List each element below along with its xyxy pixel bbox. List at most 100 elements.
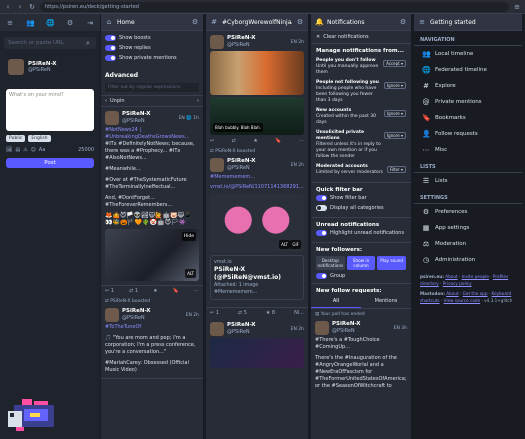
avatar[interactable] [8, 59, 24, 75]
nav-bookmarks[interactable]: 🔖 Bookmarks [414, 110, 522, 126]
post-button[interactable]: Post [6, 158, 94, 168]
invite-link[interactable]: Invite people [462, 274, 489, 279]
avatar[interactable] [315, 321, 329, 335]
menu-icon[interactable]: ≡ [6, 19, 14, 27]
status[interactable]: PSiReN-X @PSiReN EN 2h Blah bubbly. Blah… [206, 31, 308, 136]
back-icon[interactable]: ‹ [4, 3, 12, 11]
notifications-header[interactable]: 🔔 Notifications ⚙ [311, 14, 411, 31]
home-header[interactable]: ⌂ Home ⚙ [101, 14, 203, 31]
toggle[interactable] [316, 195, 327, 201]
timestamp[interactable]: 2h [298, 327, 304, 332]
url-bar[interactable]: https://psiren.eu/deck/getting-started [40, 1, 509, 12]
format-icon[interactable]: Aa [39, 147, 45, 153]
logout-icon[interactable]: ⇥ [86, 19, 94, 27]
toggle[interactable] [316, 230, 327, 236]
timestamp[interactable]: 2h [193, 313, 199, 318]
media-attachment[interactable]: Hide ALT [105, 229, 199, 281]
boost-button[interactable]: ⇄ 5 [238, 310, 247, 316]
setting-display-all-categories[interactable]: Display all categories [316, 203, 406, 213]
toggle[interactable] [105, 55, 116, 61]
display-name[interactable]: PSiReN-X [332, 321, 361, 328]
current-user[interactable]: PSiReN-X @PSiReN [0, 55, 100, 79]
nav-preferences[interactable]: ⚙ Preferences [414, 204, 522, 220]
status-link[interactable]: vmst.io/@PSiReN/11071141368291... [210, 184, 304, 191]
language-select[interactable]: English [28, 135, 51, 142]
globe-icon[interactable]: 🌐 [46, 19, 55, 27]
policy-select[interactable]: Ignore ▾ [384, 82, 406, 89]
nav-administration[interactable]: ◷ Administration [414, 252, 522, 268]
boost-icon[interactable]: ⇄ [232, 138, 236, 144]
status[interactable]: PSiReN-X @PSiReN EN 2h #Memememem... vms… [206, 154, 308, 308]
favourite-icon[interactable]: ★ [153, 288, 157, 294]
nav-lists[interactable]: ☰ Lists [414, 173, 522, 189]
hashtag-header[interactable]: # #CyborgWerewolfNinjaArmy ⚙ [206, 14, 308, 31]
policy-select[interactable]: Filter ▾ [386, 166, 406, 173]
nav-follow-requests[interactable]: 👤 Follow requests [414, 126, 522, 142]
privacy-link[interactable]: Privacy policy [443, 281, 472, 286]
nav-local-timeline[interactable]: 👥 Local timeline [414, 46, 522, 62]
status[interactable]: PSiReN-X @PSiReN EN 2h [206, 318, 308, 372]
avatar[interactable] [210, 158, 224, 172]
media-attachment[interactable]: ALT GIF [210, 194, 304, 252]
policy-select[interactable]: Accept ▾ [383, 60, 406, 67]
nav-explore[interactable]: # Explore [414, 78, 522, 94]
visibility-select[interactable]: Public [6, 135, 26, 142]
avatar[interactable] [210, 35, 224, 49]
setting-show-boosts[interactable]: Show boosts [101, 33, 203, 43]
media-attachment[interactable]: Blah bubbly. Blah Blah. [210, 97, 304, 135]
setting-show-private-mentions[interactable]: Show private mentions [101, 53, 203, 63]
reply-icon[interactable]: ↩ [210, 138, 214, 144]
warning-icon[interactable]: ⚠ [23, 147, 27, 153]
timestamp[interactable]: 2h [298, 163, 304, 168]
setting-highlight-unread[interactable]: Highlight unread notifications [316, 228, 406, 238]
more-label[interactable]: Ni... [294, 310, 304, 316]
clear-notifications-button[interactable]: ✕ Clear notifications [311, 31, 411, 44]
status[interactable]: PSiReN-X @PSiReN EN 2h #ToTheTuneOf 🎵 "Y… [101, 304, 203, 379]
get-app-link[interactable]: Get the app [463, 291, 488, 296]
nav-private-mentions[interactable]: @ Private mentions [414, 94, 522, 110]
timestamp[interactable]: 2h [298, 40, 304, 45]
menu-icon[interactable]: ≡ [513, 3, 521, 11]
policy-select[interactable]: Ignore ▾ [384, 132, 406, 139]
play-sound-toggle[interactable]: Play sound [377, 256, 407, 270]
toggle[interactable] [105, 35, 116, 41]
forward-icon[interactable]: › [16, 3, 24, 11]
display-name[interactable]: PSiReN-X [227, 158, 256, 165]
display-name[interactable]: PSiReN-X [122, 308, 151, 315]
toggle[interactable] [316, 273, 327, 279]
nav-misc[interactable]: ⋯ Misc [414, 142, 522, 158]
boosted-by[interactable]: PSiReN-X boosted [110, 299, 150, 304]
gear-icon[interactable]: ⚙ [66, 19, 74, 27]
poll-icon[interactable]: ▤ [15, 147, 20, 153]
media-attachment[interactable] [210, 51, 304, 95]
avatar[interactable] [210, 322, 224, 336]
hide-media-button[interactable]: Hide [181, 232, 196, 241]
toggle[interactable] [316, 205, 327, 211]
bookmark-icon[interactable]: 🔖 [173, 288, 179, 294]
image-icon[interactable]: 🖼 [6, 147, 12, 153]
tab-all[interactable]: All [311, 295, 361, 308]
bookmark-icon[interactable]: 🔖 [275, 138, 281, 144]
favourite-button[interactable]: ★ 8 [266, 310, 275, 316]
settings-icon[interactable]: ⚙ [399, 18, 407, 26]
reply-button[interactable]: ↩ 1 [105, 288, 114, 294]
reload-icon[interactable]: ↻ [28, 3, 36, 11]
alt-badge[interactable]: ALT [279, 240, 290, 249]
search-input[interactable]: Search or paste URL ⌕ [4, 37, 96, 49]
setting-group[interactable]: Group [316, 270, 406, 279]
setting-show-replies[interactable]: Show replies [101, 43, 203, 53]
people-icon[interactable]: 👥 [26, 19, 35, 27]
toggle[interactable] [105, 45, 116, 51]
unpin-button[interactable]: ‹ Unpin › [101, 95, 203, 107]
compose-textarea[interactable]: What's on your mind? [6, 89, 94, 131]
alt-badge[interactable]: ALT [185, 269, 196, 278]
more-icon[interactable]: ⋯ [299, 138, 304, 144]
about-link[interactable]: About [446, 291, 458, 296]
avatar[interactable] [105, 111, 119, 125]
media-attachment[interactable] [210, 338, 304, 368]
reply-button[interactable]: ↩ 1 [210, 310, 219, 316]
link-preview-card[interactable]: vmst.io PSiReN-X (@PSiReN@vmst.io) Attac… [210, 255, 304, 300]
display-name[interactable]: PSiReN-X [122, 111, 151, 118]
display-name[interactable]: PSiReN-X [227, 35, 256, 42]
about-link[interactable]: About [445, 274, 457, 279]
